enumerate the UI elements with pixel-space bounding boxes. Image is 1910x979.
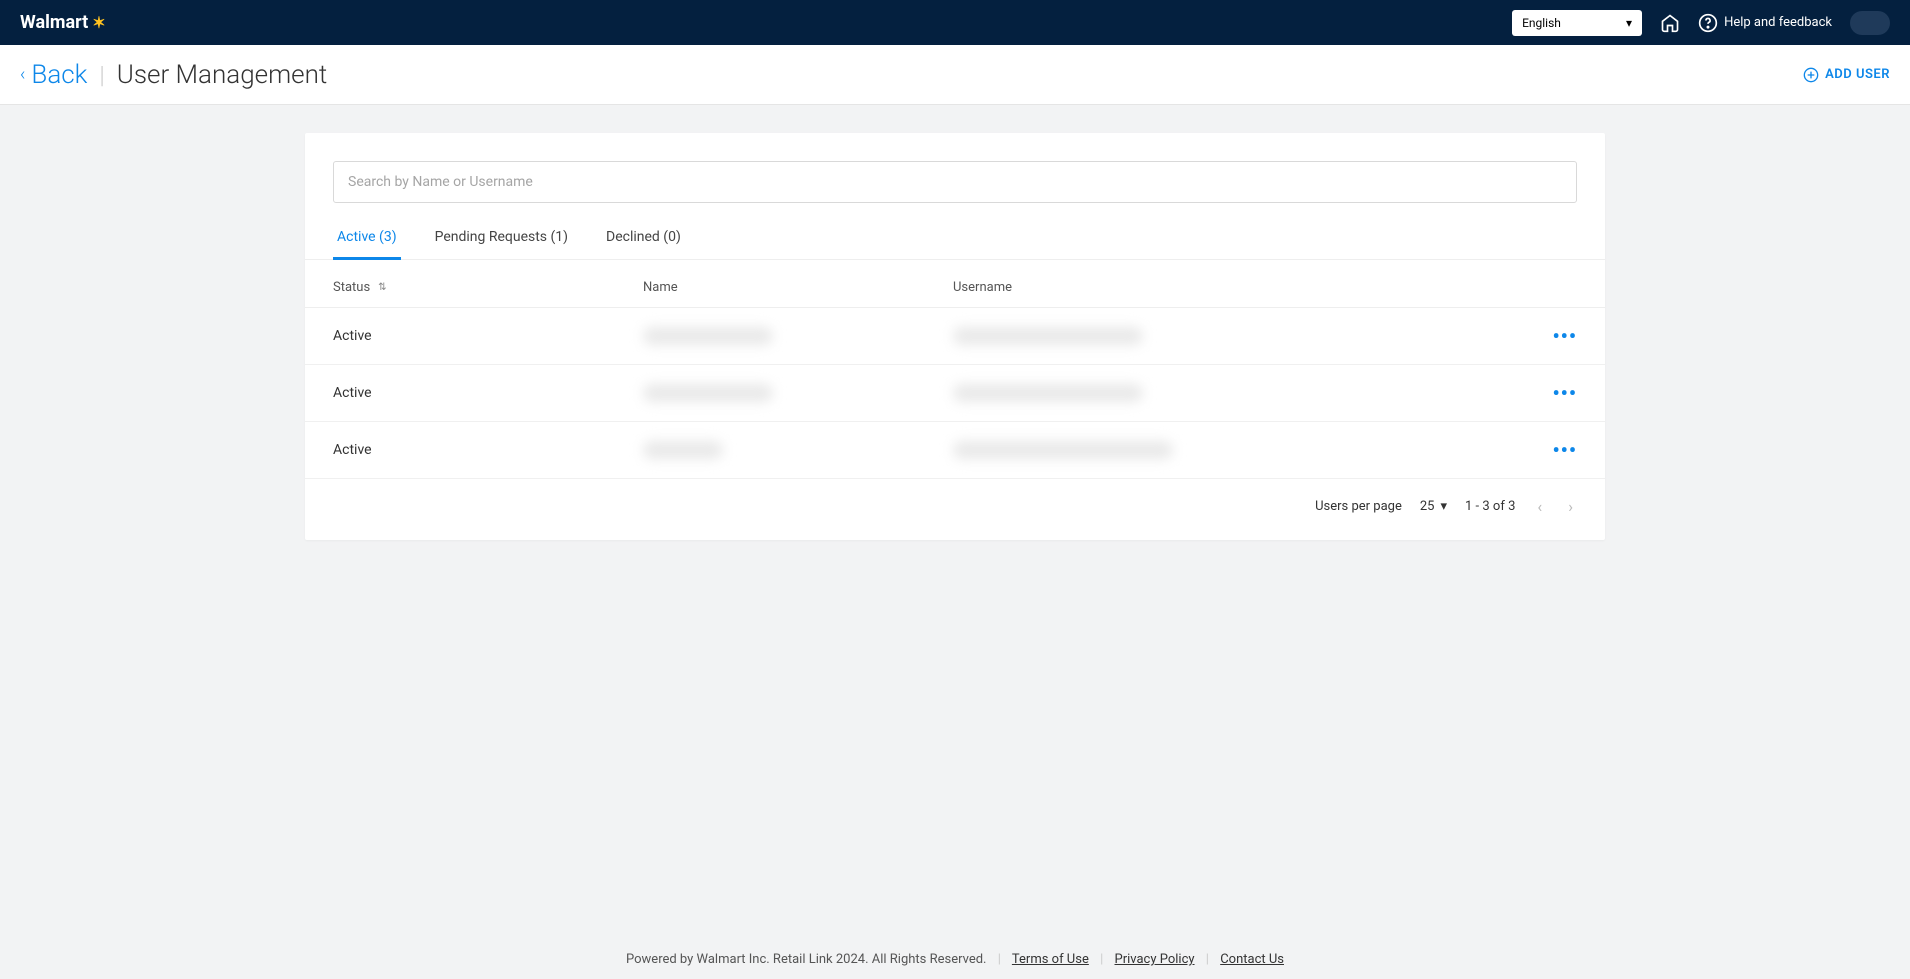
language-select[interactable]: English ▾ (1512, 10, 1642, 36)
home-icon (1660, 13, 1680, 33)
redacted-username (953, 441, 1173, 459)
add-user-label: ADD USER (1825, 67, 1890, 82)
pagination: Users per page 25 ▾ 1 - 3 of 3 ‹ › (305, 479, 1605, 516)
chevron-down-icon: ▾ (1441, 499, 1448, 514)
redacted-username (953, 327, 1143, 345)
add-user-button[interactable]: ADD USER (1803, 67, 1890, 83)
footer: Powered by Walmart Inc. Retail Link 2024… (0, 952, 1910, 967)
help-button[interactable]: Help and feedback (1698, 13, 1832, 33)
row-actions-menu[interactable]: ••• (1517, 438, 1577, 462)
row-actions-menu[interactable]: ••• (1517, 324, 1577, 348)
brand-logo: Walmart ✶ (20, 12, 106, 33)
cell-status: Active (333, 442, 643, 458)
col-header-actions (1517, 280, 1577, 295)
per-page-label: Users per page (1315, 499, 1402, 514)
divider: | (998, 952, 1001, 967)
cell-name (643, 327, 953, 345)
app-header: Walmart ✶ English ▾ Help and feedback (0, 0, 1910, 45)
next-page-button[interactable]: › (1564, 497, 1577, 516)
sort-icon: ⇅ (378, 282, 386, 293)
prev-page-button[interactable]: ‹ (1533, 497, 1546, 516)
footer-contact-link[interactable]: Contact Us (1220, 952, 1284, 967)
per-page-value: 25 (1420, 499, 1435, 514)
cell-username (953, 384, 1517, 402)
cell-status: Active (333, 328, 643, 344)
footer-privacy-link[interactable]: Privacy Policy (1115, 952, 1195, 967)
table-row: Active ••• (305, 365, 1605, 422)
back-button[interactable]: ‹ Back (20, 60, 87, 90)
walmart-spark-icon: ✶ (92, 13, 105, 32)
redacted-name (643, 441, 723, 459)
footer-copyright: Powered by Walmart Inc. Retail Link 2024… (626, 952, 986, 967)
footer-terms-link[interactable]: Terms of Use (1012, 952, 1089, 967)
col-header-username[interactable]: Username (953, 280, 1517, 295)
tab-active[interactable]: Active (3) (333, 221, 401, 260)
redacted-username (953, 384, 1143, 402)
table-row: Active ••• (305, 422, 1605, 479)
help-label: Help and feedback (1724, 15, 1832, 30)
help-icon (1698, 13, 1718, 33)
header-actions: English ▾ Help and feedback (1512, 10, 1890, 36)
language-value: English (1522, 16, 1561, 30)
table-row: Active ••• (305, 308, 1605, 365)
breadcrumb: ‹ Back | User Management (20, 60, 327, 90)
tab-declined[interactable]: Declined (0) (602, 221, 685, 260)
table-header: Status ⇅ Name Username (305, 260, 1605, 308)
divider: | (99, 61, 104, 89)
cell-username (953, 327, 1517, 345)
plus-circle-icon (1803, 67, 1819, 83)
cell-status: Active (333, 385, 643, 401)
search-container (305, 161, 1605, 221)
row-actions-menu[interactable]: ••• (1517, 381, 1577, 405)
chevron-left-icon: ‹ (20, 64, 25, 85)
avatar[interactable] (1850, 11, 1890, 35)
col-header-status[interactable]: Status ⇅ (333, 280, 643, 295)
sub-header: ‹ Back | User Management ADD USER (0, 45, 1910, 105)
cell-username (953, 441, 1517, 459)
brand-text: Walmart (20, 12, 88, 33)
per-page-select[interactable]: 25 ▾ (1420, 499, 1447, 514)
tabs: Active (3) Pending Requests (1) Declined… (305, 221, 1605, 260)
back-label: Back (31, 60, 87, 90)
cell-name (643, 384, 953, 402)
tab-pending[interactable]: Pending Requests (1) (431, 221, 572, 260)
home-button[interactable] (1660, 13, 1680, 33)
divider: | (1100, 952, 1103, 967)
cell-name (643, 441, 953, 459)
redacted-name (643, 327, 773, 345)
divider: | (1206, 952, 1209, 967)
col-header-name[interactable]: Name (643, 280, 953, 295)
redacted-name (643, 384, 773, 402)
page-range: 1 - 3 of 3 (1465, 499, 1515, 514)
status-header-label: Status (333, 280, 370, 295)
chevron-down-icon: ▾ (1626, 16, 1632, 30)
search-input[interactable] (333, 161, 1577, 203)
page-title: User Management (117, 60, 328, 90)
user-management-card: Active (3) Pending Requests (1) Declined… (305, 133, 1605, 540)
